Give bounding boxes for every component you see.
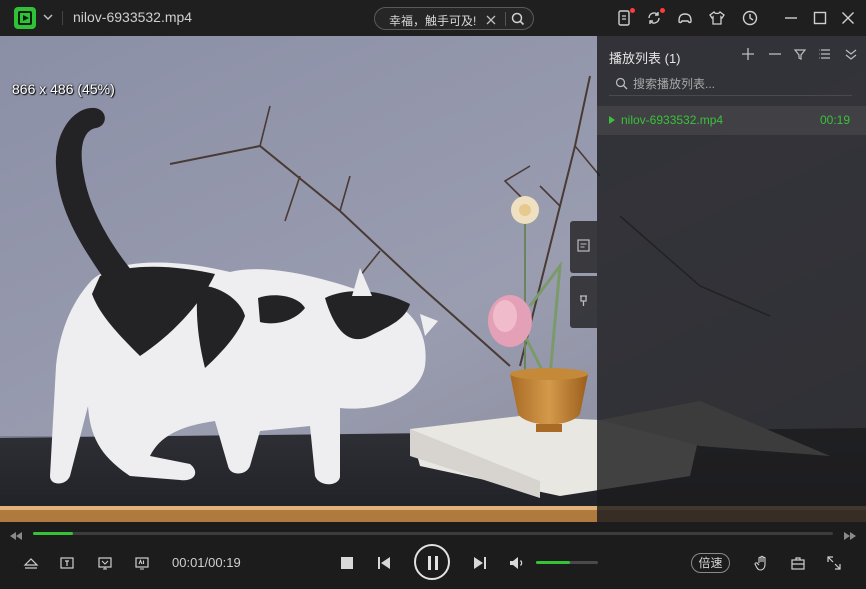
resolution-label: 866 x 486 (45%)	[12, 81, 115, 97]
title-bar: nilov-6933532.mp4 幸福，触手可及!	[0, 0, 866, 36]
speed-button[interactable]: 倍速	[691, 553, 730, 573]
notification-dot	[630, 8, 635, 13]
time-display: 00:01/00:19	[172, 555, 241, 570]
playlist-item[interactable]: nilov-6933532.mp4 00:19	[597, 106, 866, 135]
volume-icon[interactable]	[508, 554, 526, 572]
search-pill[interactable]: 幸福，触手可及!	[374, 7, 534, 30]
forward-arrow-icon[interactable]	[843, 528, 857, 540]
volume-slider[interactable]	[536, 561, 598, 564]
playlist-panel: 播放列表 (1) nilov-6933532.mp4 00:19	[597, 36, 866, 522]
pin-icon	[580, 295, 587, 306]
seek-bar[interactable]	[33, 532, 833, 535]
subtitle-icon[interactable]	[58, 554, 76, 572]
refresh-icon[interactable]	[645, 8, 665, 27]
search-pill-text: 幸福，触手可及!	[389, 14, 477, 28]
minimize-icon[interactable]	[782, 9, 800, 27]
clear-icon[interactable]	[485, 13, 497, 25]
next-icon[interactable]	[471, 554, 489, 572]
ai-icon[interactable]	[133, 554, 151, 572]
pause-button[interactable]	[414, 544, 450, 580]
playlist-item-duration: 00:19	[819, 113, 850, 127]
file-title: nilov-6933532.mp4	[73, 9, 193, 25]
hand-icon[interactable]	[753, 554, 771, 572]
note-icon	[577, 239, 590, 252]
previous-icon[interactable]	[375, 554, 393, 572]
search-icon	[615, 77, 628, 90]
playlist-search-input[interactable]	[633, 76, 843, 92]
tshirt-icon[interactable]	[708, 9, 726, 27]
pause-icon-bar	[435, 556, 438, 570]
toolbox-icon[interactable]	[789, 554, 807, 572]
gamepad-icon[interactable]	[676, 9, 694, 27]
divider	[505, 12, 506, 26]
pin-tab[interactable]	[570, 276, 597, 328]
note-tab[interactable]	[570, 221, 597, 273]
list-icon[interactable]	[817, 46, 833, 62]
playlist-search[interactable]	[609, 72, 852, 96]
playlist-title: 播放列表 (1)	[609, 51, 681, 66]
collapse-icon[interactable]	[843, 46, 859, 62]
add-icon[interactable]	[740, 46, 756, 62]
fullscreen-icon[interactable]	[825, 554, 843, 572]
eject-icon[interactable]	[22, 554, 40, 572]
volume-level	[536, 561, 571, 564]
control-bar: 00:01/00:19 倍速	[0, 522, 866, 589]
divider	[62, 11, 63, 25]
maximize-icon[interactable]	[811, 9, 829, 27]
notification-dot	[660, 8, 665, 13]
filter-icon[interactable]	[792, 46, 808, 62]
rewind-arrow-icon[interactable]	[9, 528, 23, 540]
clock-icon[interactable]	[741, 9, 759, 27]
close-icon[interactable]	[839, 9, 857, 27]
remove-icon[interactable]	[767, 46, 783, 62]
search-icon[interactable]	[510, 11, 526, 27]
playlist-item-name: nilov-6933532.mp4	[621, 113, 724, 127]
stop-icon[interactable]	[338, 554, 356, 572]
app-logo[interactable]	[14, 7, 36, 29]
chevron-down-icon[interactable]	[41, 10, 55, 24]
screenshot-icon[interactable]	[96, 554, 114, 572]
phone-icon[interactable]	[615, 8, 635, 27]
pause-icon	[428, 556, 431, 570]
seek-progress	[33, 532, 73, 535]
playing-indicator-icon	[609, 116, 615, 124]
